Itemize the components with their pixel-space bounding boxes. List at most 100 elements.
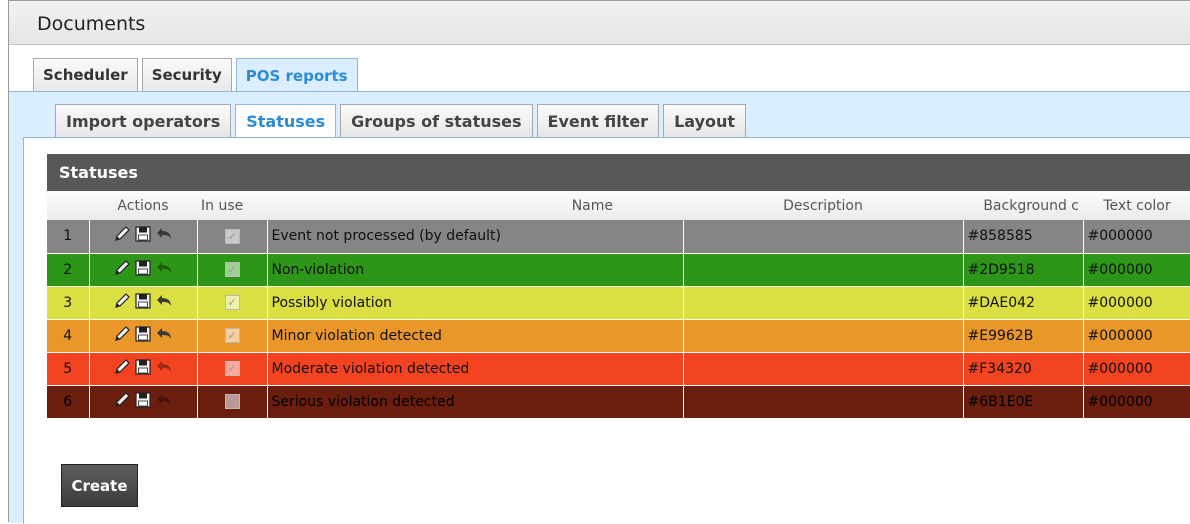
table-row[interactable]: 1 ✓ Event not processed (by default) #85858…: [47, 220, 1190, 254]
column-header-name[interactable]: Name: [267, 191, 683, 220]
description-cell[interactable]: [683, 385, 964, 419]
save-icon[interactable]: [135, 358, 151, 379]
panel-title: Statuses: [47, 154, 1190, 191]
in-use-checkbox[interactable]: ✓: [224, 361, 240, 376]
actions-cell: [89, 352, 198, 386]
save-icon[interactable]: [135, 325, 151, 346]
tab-security[interactable]: Security: [141, 58, 232, 91]
save-icon[interactable]: [135, 259, 151, 280]
background-color-cell[interactable]: #6B1E0E: [963, 385, 1084, 419]
description-cell[interactable]: [683, 253, 964, 287]
status-name: Minor violation detected: [271, 327, 442, 344]
in-use-cell: ✓: [197, 286, 268, 320]
in-use-checkbox[interactable]: ✓: [224, 295, 240, 310]
column-header-num: [47, 191, 89, 220]
table-row[interactable]: 2 ✓ Non-violation #2D9518 #000000: [47, 253, 1190, 287]
pencil-icon[interactable]: [113, 259, 131, 281]
description-cell[interactable]: [683, 220, 964, 254]
create-button[interactable]: Create: [61, 464, 138, 507]
column-header-text-color[interactable]: Text color: [1083, 191, 1190, 220]
documents-window: Documents Scheduler Security POS reports…: [8, 0, 1190, 524]
save-icon[interactable]: [135, 391, 151, 412]
window-title: Documents: [37, 13, 146, 35]
tab-statuses[interactable]: Statuses: [235, 104, 337, 138]
undo-icon[interactable]: [155, 226, 173, 246]
text-color-cell[interactable]: #000000: [1083, 385, 1190, 419]
row-number-cell: 5: [47, 352, 90, 386]
text-color-cell[interactable]: #000000: [1083, 286, 1190, 320]
tab-event-filter[interactable]: Event filter: [536, 104, 660, 137]
undo-icon[interactable]: [155, 326, 173, 346]
in-use-checkbox[interactable]: ✓: [224, 262, 240, 277]
pos-reports-panel: Import operators Statuses Groups of stat…: [9, 91, 1190, 524]
background-color-value: #DAE042: [967, 294, 1035, 311]
background-color-value: #6B1E0E: [967, 393, 1034, 410]
name-cell[interactable]: Event not processed (by default): [267, 220, 684, 254]
in-use-cell: ✓: [197, 319, 268, 353]
undo-icon[interactable]: [155, 392, 173, 412]
background-color-value: #2D9518: [967, 261, 1035, 278]
text-color-value: #000000: [1087, 327, 1153, 344]
table-row[interactable]: 4 ✓ Minor violation detected #E9962B #000000: [47, 319, 1190, 353]
name-cell[interactable]: Possibly violation: [267, 286, 684, 320]
statuses-table: Actions In use Name Description Backgrou…: [47, 191, 1190, 419]
in-use-checkbox[interactable]: ✓: [224, 328, 240, 343]
description-cell[interactable]: [683, 286, 964, 320]
column-header-description[interactable]: Description: [683, 191, 963, 220]
main-tab-bar: Scheduler Security POS reports: [33, 58, 362, 92]
in-use-checkbox[interactable]: ✓: [224, 228, 240, 244]
pencil-icon[interactable]: [113, 391, 131, 413]
text-color-value: #000000: [1087, 228, 1153, 245]
text-color-cell[interactable]: #000000: [1083, 352, 1190, 386]
row-number: 4: [63, 327, 73, 344]
tab-scheduler[interactable]: Scheduler: [33, 58, 138, 91]
name-cell[interactable]: Minor violation detected: [267, 319, 684, 353]
column-header-background-color[interactable]: Background c: [963, 191, 1083, 220]
row-number: 3: [63, 294, 73, 311]
save-icon[interactable]: [135, 226, 151, 246]
tab-pos-reports[interactable]: POS reports: [235, 58, 358, 92]
name-cell[interactable]: Serious violation detected: [267, 385, 684, 419]
undo-icon[interactable]: [155, 260, 173, 280]
pencil-icon[interactable]: [113, 358, 131, 380]
in-use-checkbox[interactable]: ✓: [224, 394, 240, 409]
background-color-cell[interactable]: #858585: [963, 220, 1084, 254]
description-cell[interactable]: [683, 352, 964, 386]
text-color-cell[interactable]: #000000: [1083, 220, 1190, 254]
statuses-panel: Statuses Actions In use Name Description: [47, 154, 1190, 419]
pencil-icon[interactable]: [113, 325, 131, 347]
row-number-cell: 3: [47, 286, 90, 320]
background-color-cell[interactable]: #E9962B: [963, 319, 1084, 353]
text-color-cell[interactable]: #000000: [1083, 253, 1190, 287]
save-icon[interactable]: [135, 292, 151, 313]
tab-groups-of-statuses[interactable]: Groups of statuses: [340, 104, 533, 137]
tab-import-operators[interactable]: Import operators: [55, 104, 232, 137]
column-header-in-use[interactable]: In use: [197, 191, 267, 220]
background-color-cell[interactable]: #F34320: [963, 352, 1084, 386]
pencil-icon[interactable]: [113, 292, 131, 314]
tab-layout[interactable]: Layout: [663, 104, 747, 137]
in-use-cell: ✓: [197, 352, 268, 386]
name-cell[interactable]: Moderate violation detected: [267, 352, 684, 386]
status-name: Serious violation detected: [271, 393, 455, 410]
statuses-tab-content: Statuses Actions In use Name Description: [23, 137, 1190, 524]
background-color-cell[interactable]: #DAE042: [963, 286, 1084, 320]
background-color-value: #F34320: [967, 360, 1032, 377]
row-number-cell: 4: [47, 319, 90, 353]
text-color-value: #000000: [1087, 261, 1153, 278]
name-cell[interactable]: Non-violation: [267, 253, 684, 287]
column-header-actions[interactable]: Actions: [89, 191, 197, 220]
actions-cell: [89, 286, 198, 320]
table-row[interactable]: 6 ✓ Serious violation detected #6B1E0E #0000…: [47, 385, 1190, 419]
background-color-cell[interactable]: #2D9518: [963, 253, 1084, 287]
window-header: Documents: [9, 1, 1190, 45]
text-color-cell[interactable]: #000000: [1083, 319, 1190, 353]
background-color-value: #E9962B: [967, 327, 1034, 344]
pencil-icon[interactable]: [113, 225, 131, 247]
table-row[interactable]: 5 ✓ Moderate violation detected #F34320 #000…: [47, 352, 1190, 386]
table-row[interactable]: 3 ✓ Possibly violation #DAE042 #000000: [47, 286, 1190, 320]
undo-icon[interactable]: [155, 359, 173, 379]
table-header-row: Actions In use Name Description Backgrou…: [47, 191, 1190, 220]
undo-icon[interactable]: [155, 293, 173, 313]
description-cell[interactable]: [683, 319, 964, 353]
